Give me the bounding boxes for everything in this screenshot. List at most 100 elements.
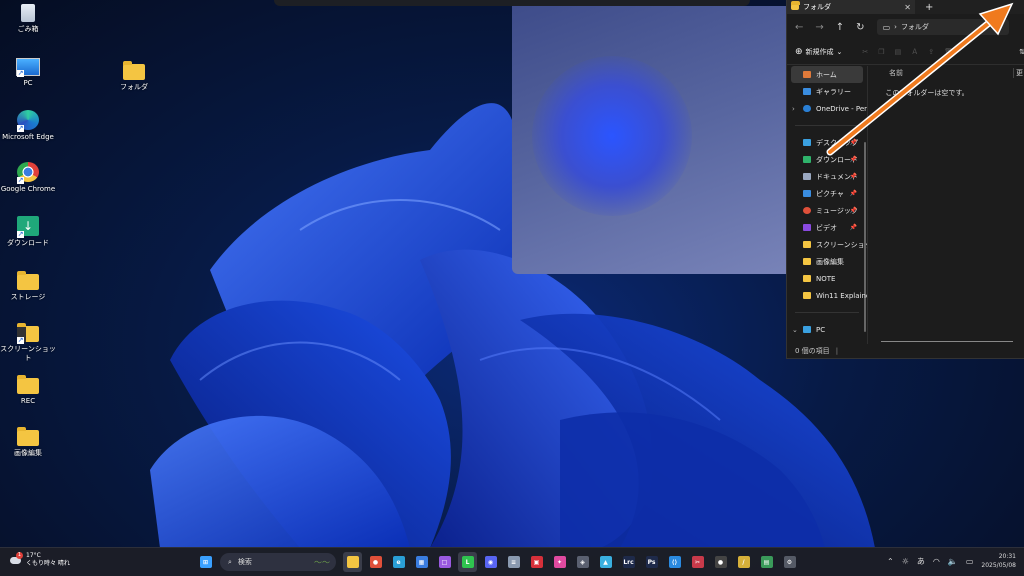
- up-icon[interactable]: ↑: [836, 22, 844, 33]
- explorer-toolbar: ⊕ 新規作成 ⌄ ✂ ❐ ▤ Ａ ⇪ 🗑 ⇅: [787, 40, 1024, 65]
- sidebar-item-home[interactable]: ホーム: [791, 66, 863, 83]
- pin-icon[interactable]: 📌: [850, 190, 857, 197]
- desktop-icon-rec[interactable]: REC: [0, 374, 56, 406]
- chrome-icon: ●: [369, 556, 382, 568]
- sidebar-item-pictures[interactable]: ピクチャ 📌: [787, 185, 867, 202]
- brightness-icon[interactable]: ☼: [902, 557, 909, 566]
- desktop-icon-label: REC: [20, 397, 36, 405]
- file-explorer-window[interactable]: フォルダ ✕ + ← → ↑ ↻ ▭ › フォルダ ⊕ 新規作成 ⌄ ✂ ❐ ▤…: [786, 0, 1024, 359]
- sort-icon[interactable]: ⇅: [1019, 48, 1024, 56]
- pin-icon[interactable]: 📌: [850, 207, 857, 214]
- paste-icon[interactable]: ▤: [895, 48, 902, 56]
- taskbar-app-gray-button[interactable]: ◈: [573, 552, 592, 572]
- sidebar-item-music[interactable]: ミュージック 📌: [787, 202, 867, 219]
- desktop-icon-folder[interactable]: フォルダ: [106, 60, 162, 92]
- pin-icon[interactable]: 📌: [850, 156, 857, 163]
- sidebar-item-onedrive[interactable]: › OneDrive - Pers: [787, 100, 867, 117]
- sidebar-item-note[interactable]: NOTE: [787, 270, 867, 287]
- new-button[interactable]: ⊕ 新規作成 ⌄: [795, 47, 842, 57]
- empty-folder-message: このフォルダーは空です。: [885, 89, 969, 97]
- sidebar-item-label: スクリーンショット: [816, 240, 867, 249]
- download-folder-icon: ↓: [17, 216, 39, 238]
- ime-indicator[interactable]: あ: [917, 556, 925, 567]
- folder-icon: [803, 292, 811, 299]
- desktop-icon-image-edit[interactable]: 画像編集: [0, 426, 56, 458]
- sidebar-item-videos[interactable]: ビデオ 📌: [787, 219, 867, 236]
- clock[interactable]: 20:31 2025/05/08: [981, 552, 1016, 570]
- back-icon[interactable]: ←: [795, 22, 803, 33]
- taskbar-store-button[interactable]: ▦: [412, 552, 431, 572]
- sidebar-item-gallery[interactable]: ギャラリー: [787, 83, 867, 100]
- desktop-icon-screenshots[interactable]: スクリーンショット: [0, 322, 56, 363]
- pin-icon[interactable]: 📌: [850, 224, 857, 231]
- cut-icon[interactable]: ✂: [862, 48, 868, 56]
- desktop-icon-chrome[interactable]: Google Chrome: [0, 162, 56, 194]
- taskbar-file-explorer-button[interactable]: [343, 552, 362, 572]
- taskbar-settings-button[interactable]: ⚙: [780, 552, 799, 572]
- volume-icon[interactable]: 🔈: [948, 557, 958, 566]
- taskbar-chrome-button[interactable]: ●: [366, 552, 385, 572]
- desktop-icon-storage[interactable]: ストレージ: [0, 270, 56, 302]
- chevron-up-icon[interactable]: ⌃: [887, 557, 894, 566]
- sidebar-item-pc[interactable]: ⌄ PC: [787, 321, 867, 338]
- sidebar-item-downloads[interactable]: ダウンロード 📌: [787, 151, 867, 168]
- taskbar-search[interactable]: ⌕ 検索 ～～: [220, 553, 336, 571]
- desktop-icon-pc[interactable]: PC: [0, 58, 56, 88]
- close-tab-icon[interactable]: ✕: [904, 3, 911, 12]
- explorer-tab[interactable]: フォルダ ✕: [787, 0, 915, 14]
- taskbar-notepad-button[interactable]: ≡: [504, 552, 523, 572]
- horizontal-scrollbar[interactable]: [881, 341, 1013, 342]
- window-preview: [512, 6, 786, 274]
- chevron-down-icon[interactable]: ⌄: [792, 326, 798, 334]
- taskbar-app-green-button[interactable]: ▤: [757, 552, 776, 572]
- divider: [795, 125, 859, 126]
- taskbar-start-button[interactable]: ⊞: [196, 552, 215, 572]
- taskbar-app-pen-button[interactable]: /: [734, 552, 753, 572]
- taskbar-edge-button[interactable]: e: [389, 552, 408, 572]
- desktop-icon-downloads[interactable]: ↓ ダウンロード: [0, 216, 56, 248]
- taskbar-app-dot-button[interactable]: ●: [711, 552, 730, 572]
- delete-icon[interactable]: 🗑: [944, 48, 953, 56]
- pin-icon[interactable]: 📌: [850, 173, 857, 180]
- sidebar-item-desktop[interactable]: デスクトップ 📌: [787, 134, 867, 151]
- taskbar-line-button[interactable]: L: [458, 552, 477, 572]
- taskbar-app-pink-button[interactable]: ✦: [550, 552, 569, 572]
- sidebar-item-label: ギャラリー: [816, 87, 851, 96]
- weather-widget[interactable]: 1 17°C くもり時々 晴れ: [8, 552, 70, 568]
- folder-icon: [17, 427, 39, 446]
- sidebar-item-image-edit[interactable]: 画像編集: [787, 253, 867, 270]
- share-icon[interactable]: ⇪: [928, 48, 934, 56]
- document-icon: [803, 173, 811, 180]
- column-header-date[interactable]: 更: [1013, 68, 1023, 78]
- new-tab-icon[interactable]: +: [925, 2, 933, 13]
- taskbar-lightroom-button[interactable]: Lrc: [619, 552, 638, 572]
- sidebar-item-screenshots[interactable]: スクリーンショット: [787, 236, 867, 253]
- folder-icon: [791, 1, 800, 10]
- refresh-icon[interactable]: ↻: [856, 22, 864, 33]
- taskbar-app-purple-button[interactable]: □: [435, 552, 454, 572]
- copy-icon[interactable]: ❐: [878, 48, 884, 56]
- taskbar-photoshop-button[interactable]: Ps: [642, 552, 661, 572]
- sidebar-item-win11[interactable]: Win11 Explainec: [787, 287, 867, 304]
- pin-icon[interactable]: 📌: [850, 139, 857, 146]
- forward-icon[interactable]: →: [815, 22, 823, 33]
- file-list-pane[interactable]: 名前 更 このフォルダーは空です。: [869, 66, 1024, 344]
- line-icon: L: [461, 556, 474, 568]
- chevron-right-icon[interactable]: ›: [792, 105, 795, 113]
- column-header-name[interactable]: 名前: [889, 68, 903, 78]
- rename-icon[interactable]: Ａ: [911, 47, 918, 57]
- desktop-icon-recycle-bin[interactable]: ごみ箱: [0, 4, 56, 34]
- taskbar-vscode-button[interactable]: ⟨⟩: [665, 552, 684, 572]
- taskbar-photos-button[interactable]: ▲: [596, 552, 615, 572]
- taskbar-snipping-button[interactable]: ✂: [688, 552, 707, 572]
- sidebar-item-documents[interactable]: ドキュメント 📌: [787, 168, 867, 185]
- taskbar-discord-button[interactable]: ◉: [481, 552, 500, 572]
- preview-blur: [532, 56, 692, 216]
- start-icon: ⊞: [199, 556, 212, 568]
- wifi-icon[interactable]: ◠: [933, 557, 940, 566]
- battery-icon[interactable]: ▭: [966, 557, 974, 566]
- breadcrumb[interactable]: ▭ › フォルダ: [876, 19, 1009, 35]
- desktop-icon-edge[interactable]: Microsoft Edge: [0, 110, 56, 142]
- taskbar-app-red-button[interactable]: ▣: [527, 552, 546, 572]
- home-icon: [803, 71, 811, 78]
